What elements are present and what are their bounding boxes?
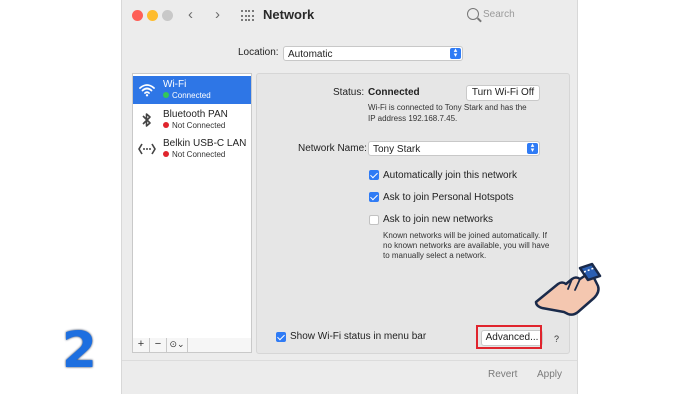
select-stepper-icon: ▴ ▾ [450, 47, 461, 59]
pointing-hand-icon [528, 262, 603, 322]
status-label: Status: [333, 87, 365, 98]
remove-service-button[interactable]: − [150, 338, 167, 352]
network-name-value: Tony Stark [373, 144, 421, 155]
close-window-button[interactable] [132, 10, 143, 21]
auto-join-checkbox[interactable] [369, 170, 379, 180]
wifi-detail-panel: Status: Connected Turn Wi-Fi Off Wi-Fi i… [256, 73, 570, 354]
action-menu-button[interactable]: ⊙⌄ [167, 338, 188, 352]
search-icon [467, 8, 479, 20]
back-chevron-icon[interactable]: ‹ [188, 6, 193, 24]
add-service-button[interactable]: + [133, 338, 150, 352]
search-field[interactable]: Search [462, 6, 572, 26]
location-label: Location: [238, 47, 279, 58]
status-description-line1: Wi-Fi is connected to Tony Stark and has… [368, 103, 527, 112]
status-dot-green [163, 92, 169, 98]
search-placeholder: Search [483, 9, 515, 20]
service-status: Not Connected [163, 121, 225, 130]
turn-wifi-off-button[interactable]: Turn Wi-Fi Off [466, 85, 540, 101]
status-value: Connected [368, 87, 420, 98]
apply-button[interactable]: Apply [537, 369, 562, 380]
show-all-grid-icon[interactable] [241, 10, 254, 22]
status-dot-red [163, 122, 169, 128]
network-preferences-window: ‹ › Network Search Location: Automatic ▴… [121, 0, 578, 394]
show-wifi-status-checkbox[interactable] [276, 332, 286, 342]
service-status: Connected [163, 91, 211, 100]
wifi-icon [137, 80, 157, 100]
minimize-window-button[interactable] [147, 10, 158, 21]
known-networks-description-line3: to manually select a network. [383, 251, 487, 260]
network-name-select[interactable]: Tony Stark ▴ ▾ [368, 141, 540, 156]
service-item-wifi[interactable]: Wi-Fi Connected [133, 76, 251, 104]
select-stepper-icon: ▴ ▾ [527, 142, 538, 154]
service-item-belkin-lan[interactable]: Belkin USB-C LAN Not Connected [133, 135, 251, 163]
auto-join-label: Automatically join this network [383, 170, 517, 181]
location-value: Automatic [288, 49, 333, 60]
new-networks-checkbox[interactable] [369, 215, 379, 225]
help-button[interactable]: ? [551, 334, 562, 345]
service-name: Wi-Fi [163, 79, 187, 90]
window-title: Network [263, 7, 315, 22]
status-dot-red [163, 151, 169, 157]
revert-button[interactable]: Revert [488, 369, 517, 380]
location-select[interactable]: Automatic ▴ ▾ [283, 46, 463, 61]
personal-hotspots-checkbox[interactable] [369, 192, 379, 202]
service-name: Bluetooth PAN [163, 109, 228, 120]
forward-chevron-icon[interactable]: › [215, 6, 220, 24]
ethernet-icon [137, 139, 157, 159]
personal-hotspots-label: Ask to join Personal Hotspots [383, 192, 514, 203]
service-list-toolbar: + − ⊙⌄ [132, 338, 252, 353]
new-networks-label: Ask to join new networks [383, 214, 494, 225]
zoom-window-button[interactable] [162, 10, 173, 21]
bluetooth-icon [137, 110, 157, 130]
service-list: Wi-Fi Connected Bluetooth PAN Not Connec… [132, 73, 252, 340]
title-bar: ‹ › Network Search [122, 0, 577, 32]
network-name-label: Network Name: [298, 143, 367, 154]
advanced-highlight-box [476, 325, 542, 349]
service-name: Belkin USB-C LAN [163, 138, 247, 149]
show-wifi-status-label: Show Wi-Fi status in menu bar [290, 331, 427, 342]
service-item-bluetooth-pan[interactable]: Bluetooth PAN Not Connected [133, 106, 251, 134]
step-number-badge: 2 [60, 321, 99, 379]
service-status: Not Connected [163, 150, 225, 159]
footer-divider [122, 360, 577, 361]
status-description-line2: IP address 192.168.7.45. [368, 114, 458, 123]
